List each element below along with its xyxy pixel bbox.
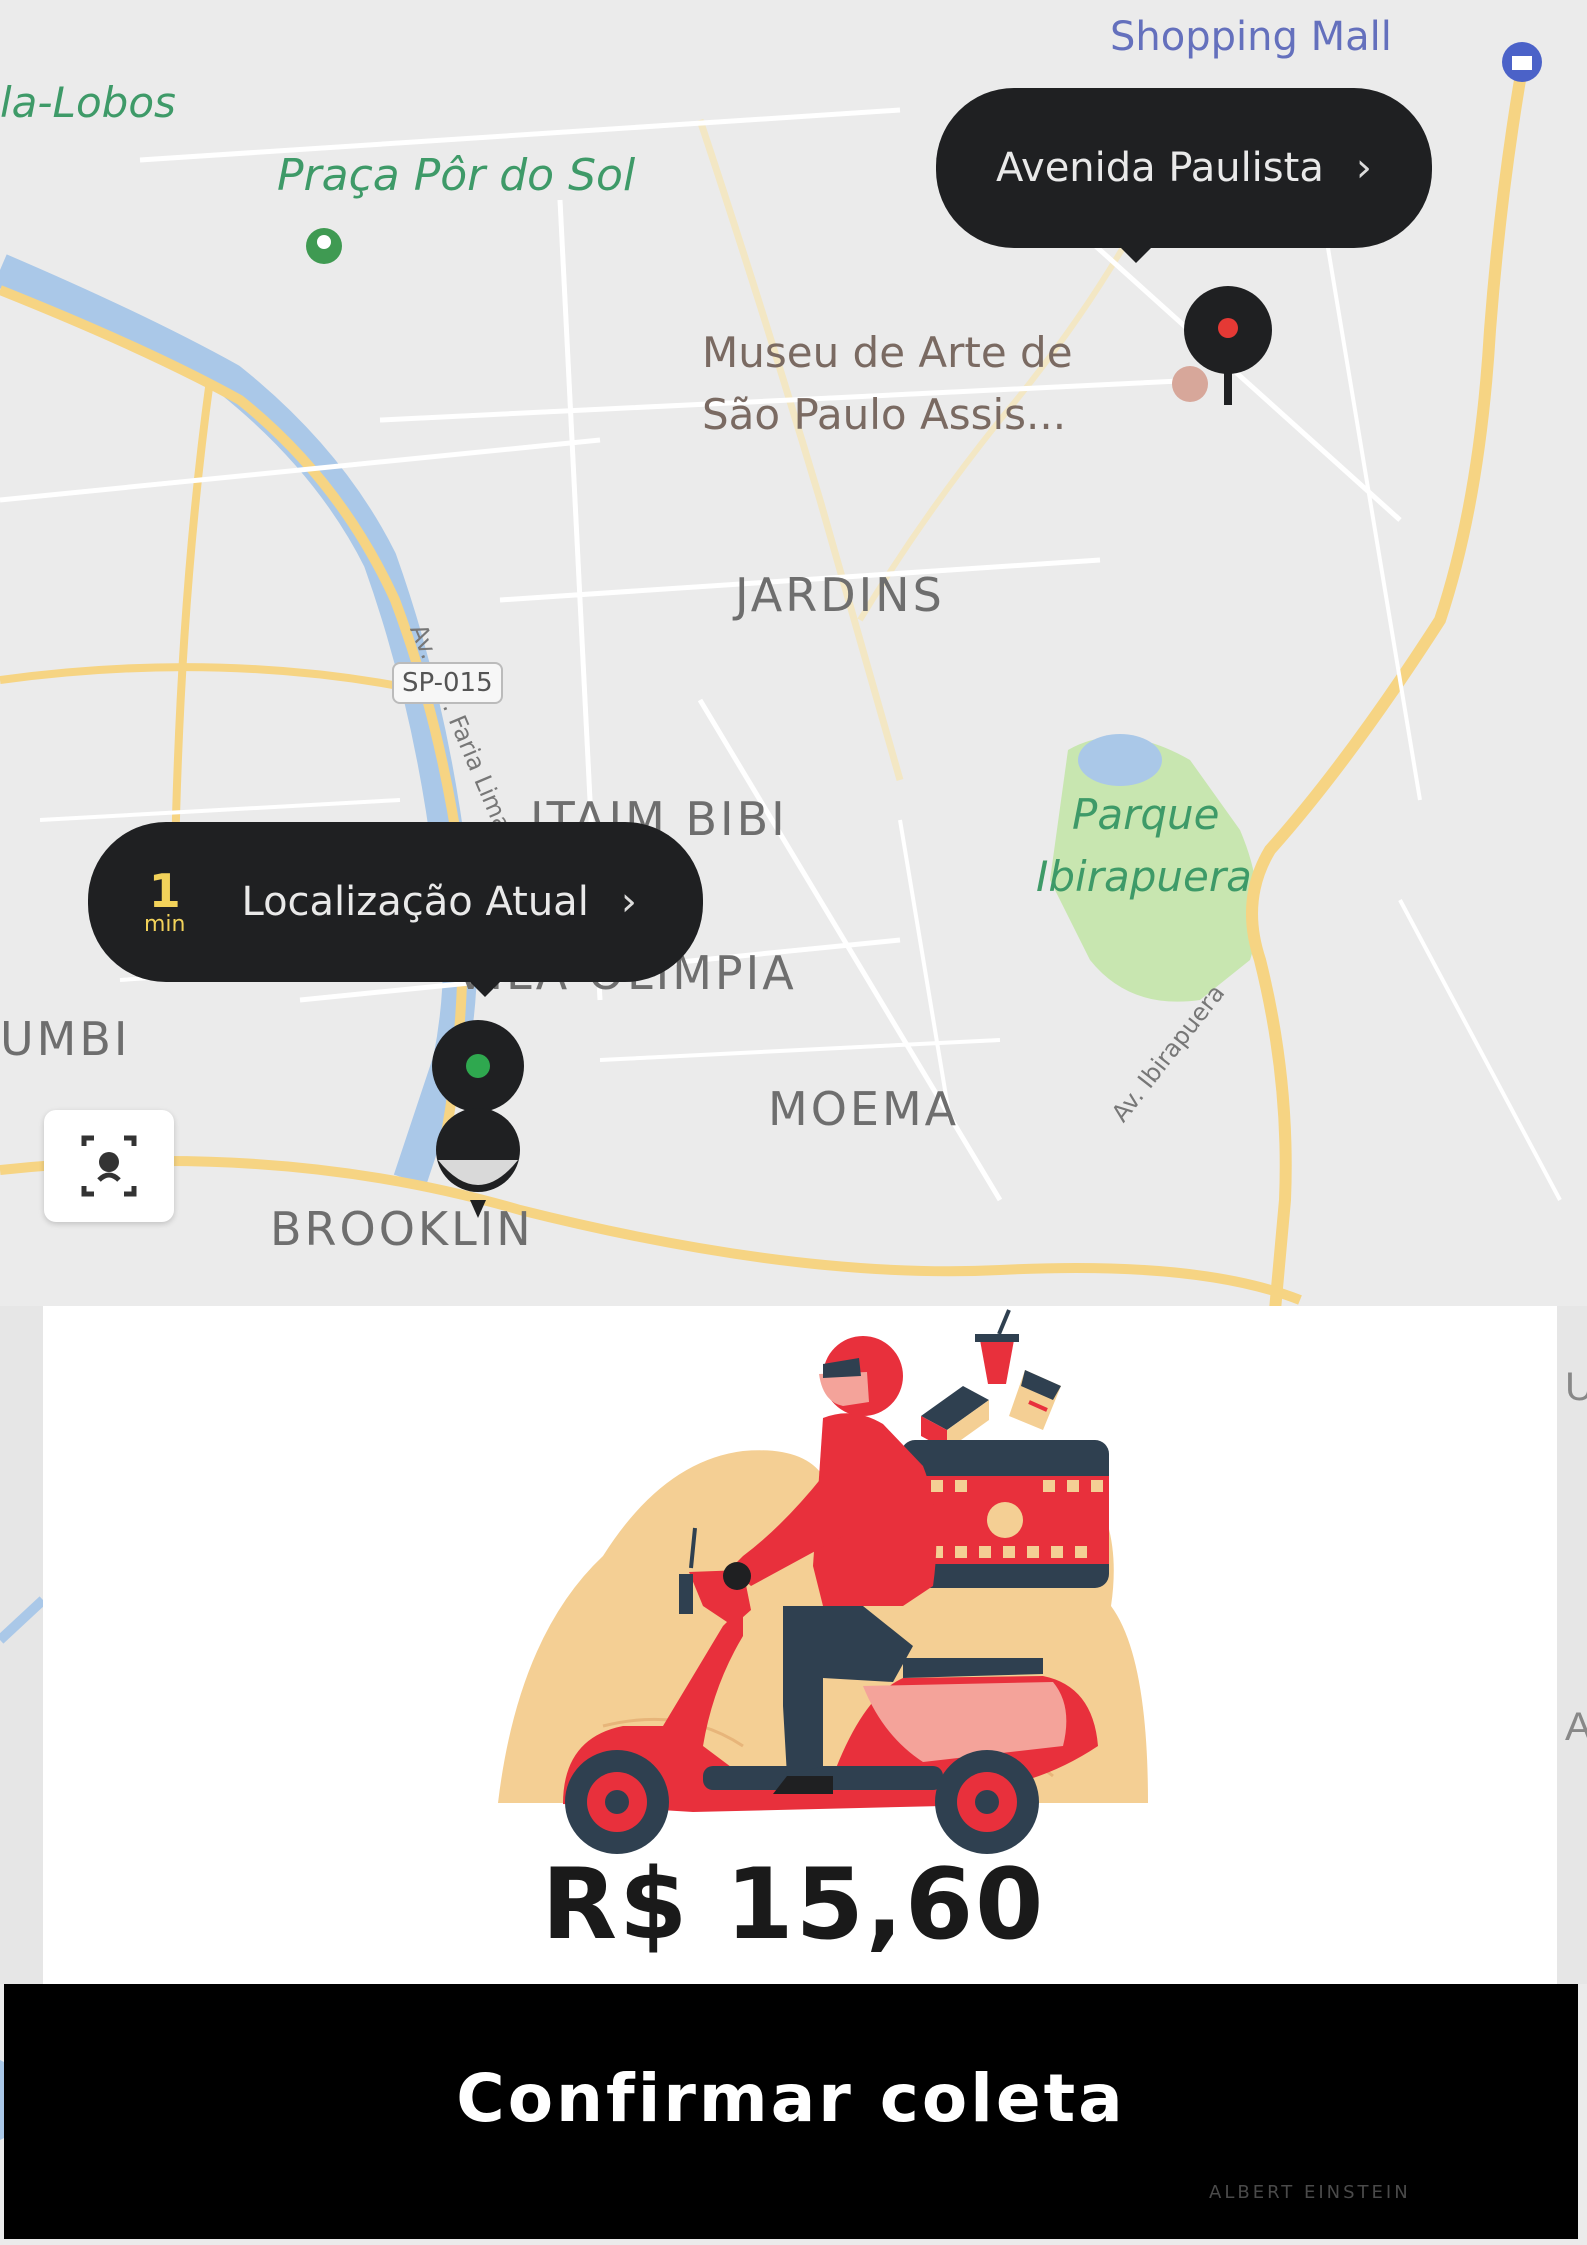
map-label-brooklin: BROOKLIN xyxy=(270,1202,534,1256)
eta-value: 1 xyxy=(148,864,181,918)
current-location-callout[interactable]: 1 min Localização Atual › xyxy=(88,822,703,997)
map-label-mumbi: UMBI xyxy=(0,1012,131,1066)
watermark: ALBERT EINSTEIN xyxy=(1209,2182,1411,2203)
map-label-parque-2: Ibirapuera xyxy=(1036,852,1252,901)
map-label-shopping: Shopping Mall xyxy=(1110,14,1392,60)
map-label-moema: MOEMA xyxy=(768,1082,960,1136)
recenter-button[interactable] xyxy=(44,1110,174,1222)
eta-block: 1 min xyxy=(144,868,186,936)
chevron-right-icon: › xyxy=(620,879,637,925)
map-label-sp015: SP-015 xyxy=(392,662,503,704)
current-location-label: Localização Atual xyxy=(241,879,589,925)
map-label-museu-1: Museu de Arte de xyxy=(702,328,1073,377)
delivery-scooter-rider xyxy=(498,1309,1148,1854)
chevron-right-icon: › xyxy=(1355,145,1372,191)
locate-icon xyxy=(81,1135,137,1197)
map-label-lobos: la-Lobos xyxy=(0,78,176,127)
svg-text:U: U xyxy=(1565,1365,1587,1409)
map-label-praca: Praça Pôr do Sol xyxy=(277,150,636,201)
map-label-jardins: JARDINS xyxy=(735,568,945,622)
destination-label: Avenida Paulista xyxy=(996,145,1324,191)
map-label-parque-1: Parque xyxy=(1072,790,1220,839)
price-value: R$ 15,60 xyxy=(541,1848,1046,1962)
svg-text:A: A xyxy=(1565,1705,1587,1749)
confirm-pickup-label: Confirmar coleta xyxy=(456,2060,1126,2137)
eta-unit: min xyxy=(144,912,186,937)
map-label-museu-2: São Paulo Assis... xyxy=(702,390,1067,439)
destination-callout[interactable]: Avenida Paulista › xyxy=(936,88,1432,263)
